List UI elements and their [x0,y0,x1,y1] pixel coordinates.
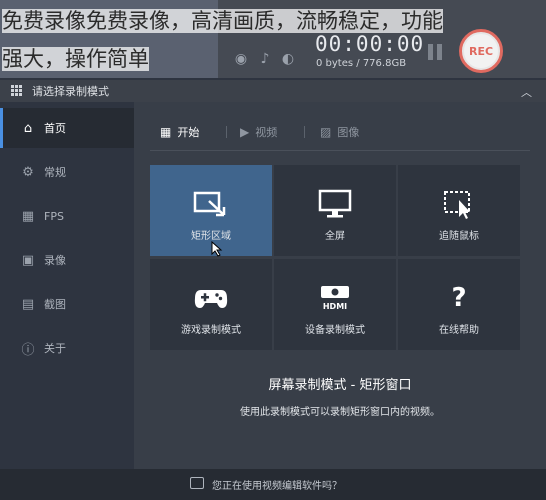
tab-label: 开始 [177,126,200,139]
footer-bar: 您正在使用视频编辑软件吗？ [0,469,546,500]
menu-grid-icon[interactable] [11,85,23,97]
video-icon: ▣ [21,252,35,268]
tab-divider [226,126,227,138]
monitor-icon [315,187,355,221]
image-icon: ▨ [320,125,332,139]
hdmi-device-icon: HDMI [315,281,355,315]
chat-icon [190,477,204,489]
video-icon: ▶ [240,125,250,139]
mode-info-title: 屏幕录制模式 - 矩形窗口 [268,378,412,393]
mode-info-description: 使用此录制模式可以录制矩形窗口内的视频。 [240,407,440,418]
mode-label: 追随鼠标 [439,231,479,242]
svg-text:HDMI: HDMI [323,302,347,311]
mode-tabs: ▦ 开始 ▶ 视频 ▨ 图像 [134,118,546,146]
mode-label: 设备录制模式 [305,325,365,336]
gamepad-icon [191,281,231,315]
mode-label: 矩形区域 [191,231,231,242]
mouse-cursor-icon [211,241,223,257]
sidebar-item-home[interactable]: ⌂ 首页 [0,108,134,148]
window-title: 请选择录制模式 [32,85,109,98]
webcam-icon[interactable]: ◉ [232,50,250,68]
mode-label: 全屏 [325,231,345,242]
sidebar-item-label: 常规 [44,166,66,179]
tab-label: 图像 [337,126,360,139]
mode-online-help[interactable]: ? 在线帮助 [398,259,520,350]
tab-image[interactable]: ▨ 图像 [320,124,359,140]
record-button-label: REC [464,34,498,68]
info-icon: ⓘ [21,342,35,358]
sidebar-item-label: 首页 [44,122,66,135]
screenshot-icon: ▤ [21,296,35,312]
sidebar-item-video[interactable]: ▣ 录像 [0,240,134,280]
help-icon: ? [451,283,467,313]
window-titlebar: 请选择录制模式 ︿ [0,80,546,102]
tab-video[interactable]: ▶ 视频 [240,124,277,140]
mode-rectangle-region[interactable]: 矩形区域 [150,165,272,257]
tab-divider [304,126,305,138]
mode-label: 游戏录制模式 [181,325,241,336]
mode-follow-mouse[interactable]: 追随鼠标 [398,165,520,256]
recorder-toolbar: ◉ ♪ ◐ 00:00:00 0 bytes / 776.8GB REC [0,0,546,78]
sidebar-item-label: FPS [44,209,64,223]
fps-icon: ▦ [21,208,35,224]
sidebar-item-label: 截图 [44,298,66,311]
mode-label: 在线帮助 [439,325,479,336]
file-size-status: 0 bytes / 776.8GB [316,58,407,69]
pause-button[interactable] [428,44,444,62]
speaker-icon[interactable]: ◐ [279,50,297,68]
toolbar-left-panel [0,0,218,78]
sidebar-item-about[interactable]: ⓘ 关于 [0,328,134,368]
sidebar-item-label: 关于 [44,342,66,355]
collapse-chevron-icon[interactable]: ︿ [521,84,532,100]
mode-game-recording[interactable]: 游戏录制模式 [150,259,272,350]
gear-icon: ⚙ [22,164,34,180]
tab-label: 视频 [255,126,278,139]
sidebar-item-general[interactable]: ⚙ 常规 [0,152,134,192]
start-icon: ▦ [160,125,172,139]
mode-device-recording[interactable]: HDMI 设备录制模式 [274,259,396,350]
home-icon: ⌂ [23,120,33,136]
sidebar-item-fps[interactable]: ▦ FPS [0,196,134,236]
footer-link[interactable]: 您正在使用视频编辑软件吗？ [212,477,342,492]
recording-timer: 00:00:00 [315,32,425,56]
sidebar-item-label: 录像 [44,254,66,267]
active-indicator [0,108,3,148]
tabs-underline [150,150,530,151]
follow-mouse-icon [439,187,479,221]
main-panel: ▦ 开始 ▶ 视频 ▨ 图像 矩形区域 全屏 追随鼠标 游戏录制模式 HDMI … [134,102,546,469]
microphone-icon[interactable]: ♪ [256,50,274,68]
rectangle-region-icon [191,187,231,221]
record-button[interactable]: REC [459,29,503,73]
tab-start[interactable]: ▦ 开始 [160,124,199,140]
sidebar: ⌂ 首页 ⚙ 常规 ▦ FPS ▣ 录像 ▤ 截图 ⓘ 关于 [0,102,134,469]
mode-fullscreen[interactable]: 全屏 [274,165,396,256]
sidebar-item-screenshot[interactable]: ▤ 截图 [0,284,134,324]
